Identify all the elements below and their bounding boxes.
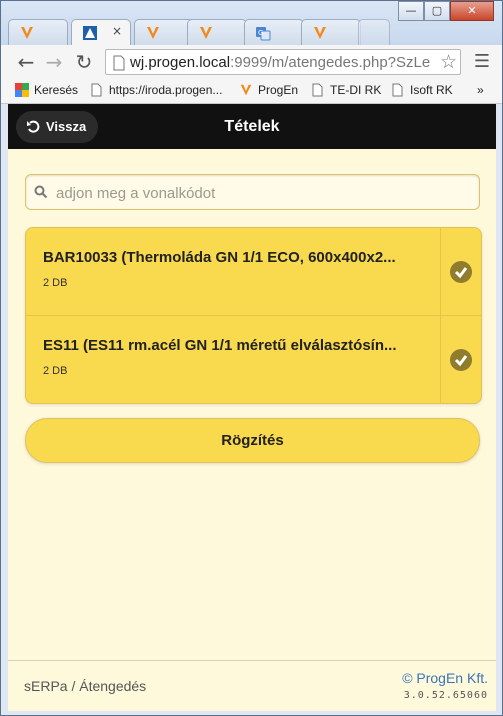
browser-window: × G — ▢ ✕ ← → ↻ wj.progen.local:9999/m/a… (0, 0, 503, 716)
list-item[interactable]: ES11 (ES11 rm.acél GN 1/1 méretű elválas… (26, 315, 481, 403)
page-icon (91, 83, 102, 97)
save-button[interactable]: Rögzítés (25, 418, 480, 463)
reload-icon[interactable]: ↻ (71, 50, 97, 74)
app-icon (83, 26, 97, 40)
bookmark-iroda[interactable]: https://iroda.progen... (90, 83, 222, 97)
page-icon (113, 55, 125, 71)
bookmark-progen[interactable]: ProgEn (239, 83, 298, 97)
item-check-button[interactable] (440, 316, 481, 403)
progen-logo-icon (147, 27, 159, 39)
checkmark-icon (450, 261, 472, 283)
item-list: BAR10033 (Thermoláda GN 1/1 ECO, 600x400… (25, 227, 482, 404)
item-check-button[interactable] (440, 228, 481, 315)
back-arrow-icon[interactable]: ← (13, 50, 39, 74)
page-icon (312, 83, 323, 97)
page-icon (392, 83, 403, 97)
page-footer: sERPa / Átengedés © ProgEn Kft. 3.0.52.6… (8, 660, 496, 711)
item-title: ES11 (ES11 rm.acél GN 1/1 méretű elválas… (43, 337, 397, 354)
brand-link[interactable]: © ProgEn Kft. (402, 670, 488, 686)
breadcrumb: sERPa / Átengedés (24, 678, 147, 694)
tab-close-icon[interactable]: × (112, 24, 122, 38)
progen-logo-icon (21, 27, 33, 39)
page-content: Vissza Tételek BAR10033 (Thermoláda GN 1… (8, 104, 496, 711)
progen-logo-icon (314, 27, 326, 39)
url-text: wj.progen.local:9999/m/atengedes.php?SzL… (130, 54, 430, 71)
bookmark-te-di[interactable]: TE-DI RK (311, 83, 381, 97)
tab-progen-3[interactable] (187, 19, 247, 46)
bookmarks-bar: Keresés https://iroda.progen... ProgEn T… (1, 79, 502, 104)
address-bar[interactable]: wj.progen.local:9999/m/atengedes.php?SzL… (105, 49, 461, 75)
new-tab-button[interactable] (358, 19, 390, 46)
colorful-squares-icon (15, 83, 29, 97)
back-button-label: Vissza (46, 119, 87, 134)
barcode-search-box (25, 174, 480, 210)
tab-progen-1[interactable] (8, 19, 68, 46)
bookmark-isoft[interactable]: Isoft RK (391, 83, 453, 97)
checkmark-icon (450, 349, 472, 371)
tab-progen-2[interactable] (134, 19, 194, 46)
translate-icon: G (256, 27, 271, 41)
search-icon (34, 185, 48, 199)
undo-arrow-icon (27, 120, 40, 133)
barcode-search-input[interactable] (54, 182, 468, 204)
progen-logo-icon (240, 84, 252, 96)
tab-active[interactable]: × (71, 19, 131, 46)
title-bar: × G — ▢ ✕ (1, 1, 502, 46)
tab-progen-4[interactable] (301, 19, 361, 46)
item-quantity: 2 DB (43, 277, 68, 289)
close-window-button[interactable]: ✕ (450, 1, 494, 21)
menu-icon[interactable]: ☰ (469, 50, 495, 74)
maximize-button[interactable]: ▢ (424, 1, 450, 21)
list-item[interactable]: BAR10033 (Thermoláda GN 1/1 ECO, 600x400… (26, 228, 481, 315)
item-title: BAR10033 (Thermoláda GN 1/1 ECO, 600x400… (43, 249, 396, 266)
forward-arrow-icon[interactable]: → (41, 50, 67, 74)
item-quantity: 2 DB (43, 365, 68, 377)
svg-text:G: G (258, 29, 263, 37)
bookmarks-overflow-button[interactable]: » (477, 83, 484, 97)
back-button[interactable]: Vissza (16, 111, 98, 143)
version-number: 3.0.52.65060 (403, 690, 488, 701)
star-icon[interactable]: ☆ (440, 51, 457, 73)
minimize-button[interactable]: — (398, 1, 424, 21)
progen-logo-icon (200, 27, 212, 39)
tab-translate[interactable]: G (244, 19, 304, 46)
app-header: Vissza Tételek (8, 104, 496, 149)
bookmark-kereses[interactable]: Keresés (15, 83, 78, 97)
browser-toolbar: ← → ↻ wj.progen.local:9999/m/atengedes.p… (1, 45, 502, 79)
